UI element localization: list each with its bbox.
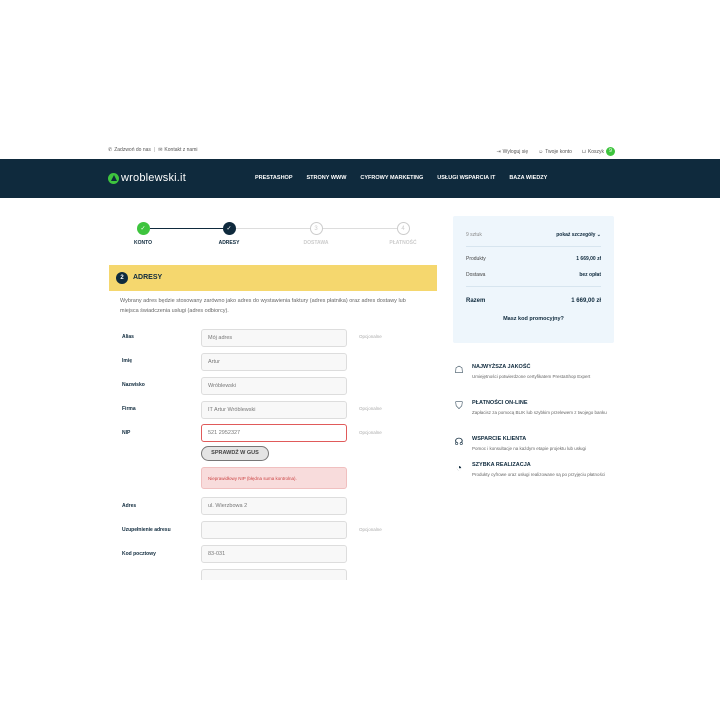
- chevron-down-icon: ⌄: [596, 232, 601, 238]
- section-title: ADRESY: [133, 274, 163, 281]
- feature-desc: Umiejętności potwierdzone certyfikatem P…: [472, 374, 591, 379]
- feature-title: WSPARCIE KLIENTA: [472, 436, 527, 442]
- feature-title: NAJWYŻSZA JAKOŚĆ: [472, 364, 531, 370]
- call-link[interactable]: ✆ Zadzwoń do nas: [108, 147, 151, 153]
- address2-field[interactable]: [201, 521, 347, 539]
- total-value: 1 669,00 zł: [571, 298, 601, 304]
- total-label: Razem: [466, 298, 486, 304]
- separator: |: [153, 147, 156, 153]
- company-label: Firma: [122, 406, 136, 412]
- menu-item-prestashop[interactable]: PRESTASHOP: [255, 175, 293, 181]
- firstname-field[interactable]: Artur: [201, 353, 347, 371]
- user-icon: ☺: [538, 148, 544, 155]
- step-label: PŁATNOŚĆ: [389, 240, 417, 246]
- divider: [466, 286, 601, 287]
- items-count: 9 sztuk: [466, 232, 482, 238]
- check-gus-button[interactable]: SPRAWDŹ W GUS: [201, 446, 269, 461]
- shipping-value: bez opłat: [579, 272, 601, 278]
- feature-desc: Pomoc i konsultacje na każdym etapie pro…: [472, 446, 587, 451]
- speedometer-icon: ◔: [455, 463, 463, 474]
- check-icon: ✓: [222, 222, 236, 235]
- city-field[interactable]: [201, 569, 347, 580]
- shipping-label: Dostawa: [466, 272, 486, 278]
- cart-count-badge: 9: [606, 147, 615, 156]
- headset-icon: ☊: [454, 437, 464, 448]
- section-header: 2 ADRESY: [109, 265, 437, 291]
- section-intro: Wybrany adres będzie stosowany zarówno j…: [120, 298, 406, 314]
- step-label: ADRESY: [218, 240, 240, 246]
- menu-item-uslugi-it[interactable]: USŁUGI WSPARCIA IT: [437, 175, 495, 181]
- feature-title: PŁATNOŚCI ON-LINE: [472, 400, 528, 406]
- postcode-label: Kod pocztowy: [122, 551, 156, 557]
- step-konto[interactable]: ✓ KONTO: [113, 222, 173, 246]
- contact-link[interactable]: ✉ Kontakt z nami: [158, 147, 197, 153]
- step-label: DOSTAWA: [303, 240, 329, 246]
- feature-title: SZYBKA REALIZACJA: [472, 462, 531, 468]
- postcode-field[interactable]: 83-031: [201, 545, 347, 563]
- menu-item-baza-wiedzy[interactable]: BAZA WIEDZY: [509, 175, 547, 181]
- products-label: Produkty: [466, 256, 486, 262]
- logout-icon: ⇥: [496, 148, 501, 155]
- check-icon: ✓: [136, 222, 150, 235]
- logo-icon: [108, 172, 119, 184]
- lastname-label: Nazwisko: [122, 382, 145, 388]
- section-number: 2: [116, 272, 128, 284]
- step-adresy[interactable]: ✓ ADRESY: [199, 222, 259, 246]
- step-dostawa: 3 DOSTAWA: [286, 222, 346, 246]
- optional-hint: Opcjonalne: [359, 334, 382, 339]
- cart-summary: 9 sztuk pokaż szczegóły ⌄ Produkty 1 669…: [453, 216, 614, 343]
- firstname-label: Imię: [122, 358, 133, 364]
- feature-desc: Produkty cyfrowe oraz usługi realizowane…: [472, 472, 606, 477]
- products-value: 1 669,00 zł: [576, 256, 601, 262]
- account-link[interactable]: ☺ Twoje konto: [538, 149, 572, 155]
- menu-item-strony-www[interactable]: STRONY WWW: [307, 175, 347, 181]
- envelope-icon: ✉: [158, 147, 163, 153]
- main-menu: PRESTASHOP STRONY WWW CYFROWY MARKETING …: [255, 175, 547, 181]
- phone-icon: ✆: [108, 147, 113, 153]
- shield-icon: ⛉: [455, 401, 463, 412]
- menu-item-cyfrowy-marketing[interactable]: CYFROWY MARKETING: [360, 175, 423, 181]
- optional-hint: Opcjonalne: [359, 527, 382, 532]
- nip-label: NIP: [122, 430, 131, 436]
- address-field[interactable]: ul. Wierzbowa 2: [201, 497, 347, 515]
- badge-icon: ☖: [454, 365, 464, 376]
- site-logo[interactable]: wroblewski.it: [108, 172, 186, 184]
- step-number: 3: [309, 222, 323, 235]
- optional-hint: Opcjonalne: [359, 406, 382, 411]
- company-field[interactable]: IT Artur Wróblewski: [201, 401, 347, 419]
- show-details-link[interactable]: pokaż szczegóły ⌄: [556, 232, 601, 238]
- step-number: 4: [396, 222, 410, 235]
- top-utility-bar: ✆ Zadzwoń do nas | ✉ Kontakt z nami ⇥ Wy…: [0, 145, 720, 159]
- divider: [466, 246, 601, 247]
- main-navbar: wroblewski.it PRESTASHOP STRONY WWW CYFR…: [0, 159, 720, 198]
- promo-code-link[interactable]: Masz kod promocyjny?: [453, 316, 614, 322]
- feature-desc: Zapłacisz za pomocą BLIK lub szybkim prz…: [472, 410, 607, 415]
- bag-icon: ⊔: [581, 148, 586, 155]
- alias-field[interactable]: Mój adres: [201, 329, 347, 347]
- lastname-field[interactable]: Wróblewski: [201, 377, 347, 395]
- cart-link[interactable]: ⊔ Koszyk 9: [582, 147, 615, 156]
- step-platnosc: 4 PŁATNOŚĆ: [373, 222, 433, 246]
- alias-label: Alias: [122, 334, 134, 340]
- nip-error-message: Nieprawidłowy NIP (błędna suma kontrolna…: [201, 467, 347, 489]
- address2-label: Uzupełnienie adresu: [122, 527, 171, 533]
- nip-field[interactable]: 521 2952327: [201, 424, 347, 442]
- logout-link[interactable]: ⇥ Wyloguj się: [496, 149, 528, 155]
- address-label: Adres: [122, 503, 137, 509]
- optional-hint: Opcjonalne: [359, 430, 382, 435]
- checkout-steps: ✓ KONTO ✓ ADRESY 3 DOSTAWA 4 PŁATNOŚĆ: [108, 222, 438, 252]
- step-label: KONTO: [134, 240, 152, 246]
